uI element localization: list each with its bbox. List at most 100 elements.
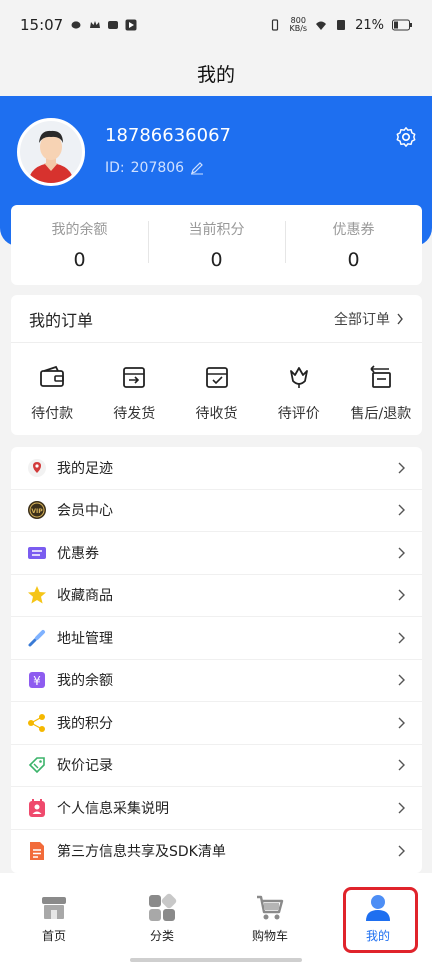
status-bar: 15:07 800 KB/s 21% [0,0,432,50]
avatar[interactable] [17,118,85,186]
order-label: 售后/退款 [350,406,412,422]
menu-label: 我的积分 [57,715,113,732]
battery-icon [392,19,412,31]
order-label: 待付款 [31,406,74,422]
stat-label: 优惠券 [332,222,375,238]
wifi-icon [316,21,327,30]
user-id: ID: 207806 [105,160,204,176]
menu-item-balance[interactable]: ¥ 我的余额 [11,660,422,702]
points-icon [28,713,45,732]
vibrate-icon [272,19,279,31]
order-pending-shipment[interactable]: 待发货 [93,363,175,423]
refund-icon [370,365,391,388]
vip-icon: VIP [28,501,46,520]
nav-home[interactable]: 首页 [0,873,108,964]
chevron-right-icon [398,462,405,474]
phone-number: 18786636067 [105,125,231,146]
all-orders-label: 全部订单 [334,311,390,328]
menu-item-personal-info[interactable]: 个人信息采集说明 [11,787,422,830]
crown-icon [90,21,101,28]
orders-card: 我的订单 全部订单 待付款 待发货 待收货 待评价 售后/退款 [11,295,422,435]
user-id-value: 207806 [130,160,185,176]
menu-item-bargain[interactable]: 砍价记录 [11,745,422,787]
category-icon [149,893,177,921]
chevron-right-icon [398,547,405,559]
menu-label: 第三方信息共享及SDK清单 [57,843,226,860]
status-right: 800 KB/s 21% [269,17,412,33]
nav-label: 购物车 [251,929,288,943]
net-speed: 800 KB/s [289,17,307,33]
orders-header: 我的订单 全部订单 [11,295,422,343]
menu-label: 会员中心 [57,503,113,520]
stat-value: 0 [73,249,86,271]
balance-icon: ¥ [29,672,45,689]
location-icon [28,458,46,477]
menu-label: 我的余额 [57,673,113,690]
sim-icon [337,20,346,30]
order-pending-review[interactable]: 待评价 [258,363,340,423]
bargain-icon [28,757,45,774]
wechat-icon [71,21,81,29]
notification-icons [71,19,137,31]
stat-value: 0 [210,249,223,271]
menu-item-favorites[interactable]: 收藏商品 [11,575,422,617]
menu-label: 砍价记录 [57,758,113,775]
order-pending-payment[interactable]: 待付款 [11,363,93,423]
user-id-label: ID: [105,160,125,176]
title-bar: 我的 [0,50,432,96]
ship-icon [123,367,146,388]
menu-item-address[interactable]: 地址管理 [11,617,422,660]
menu-item-third-party[interactable]: 第三方信息共享及SDK清单 [11,830,422,873]
menu-label: 地址管理 [57,630,113,647]
menu-item-vip[interactable]: VIP 会员中心 [11,490,422,532]
menu-item-footprint[interactable]: 我的足迹 [11,447,422,490]
chevron-right-icon [398,845,405,857]
menu-label: 收藏商品 [57,588,113,605]
menu-label: 我的足迹 [57,460,113,477]
stat-balance[interactable]: 我的余额 0 [11,219,148,271]
home-icon [42,897,66,919]
stats-card: 我的余额 0 当前积分 0 优惠券 0 [11,205,422,285]
selection-highlight [343,887,418,953]
menu-label: 优惠券 [57,545,99,562]
nav-cart[interactable]: 购物车 [216,873,324,964]
avatar-image [20,121,82,183]
document-icon [30,841,44,860]
order-label: 待收货 [195,406,238,422]
stat-coupons[interactable]: 优惠券 0 [285,219,422,271]
order-after-sales[interactable]: 售后/退款 [340,363,422,423]
menu-label: 个人信息采集说明 [57,800,169,817]
chevron-right-icon [398,589,405,601]
address-icon [28,629,45,647]
page-title: 我的 [196,63,235,86]
nav-label: 分类 [149,929,174,943]
chevron-right-icon [397,313,403,324]
order-label: 待评价 [277,406,320,422]
play-icon [125,19,137,31]
all-orders-link[interactable]: 全部订单 [334,309,404,329]
chevron-right-icon [398,802,405,814]
home-indicator[interactable] [130,958,302,962]
stat-points[interactable]: 当前积分 0 [148,219,285,271]
review-icon [289,367,308,388]
edit-icon[interactable] [190,161,204,175]
nav-label: 首页 [41,929,66,943]
menu-item-points[interactable]: 我的积分 [11,702,422,745]
battery-percent: 21% [355,17,384,33]
receive-icon [205,367,228,388]
order-pending-receipt[interactable]: 待收货 [175,363,257,423]
chevron-right-icon [398,759,405,771]
menu-item-coupons[interactable]: 优惠券 [11,532,422,575]
nav-category[interactable]: 分类 [108,873,216,964]
chevron-right-icon [398,674,405,686]
chevron-right-icon [398,504,405,516]
app-badge-icon [108,21,119,29]
menu-list: 我的足迹 VIP 会员中心 优惠券 收藏商品 地址管理 ¥ 我的余额 我的积分 … [11,447,422,873]
svg-text:VIP: VIP [31,508,43,515]
settings-gear-icon[interactable] [395,126,417,148]
coupon-icon [28,546,46,559]
status-time: 15:07 [20,16,64,34]
personal-info-icon [29,798,45,817]
stat-value: 0 [347,249,360,271]
order-label: 待发货 [113,406,156,422]
